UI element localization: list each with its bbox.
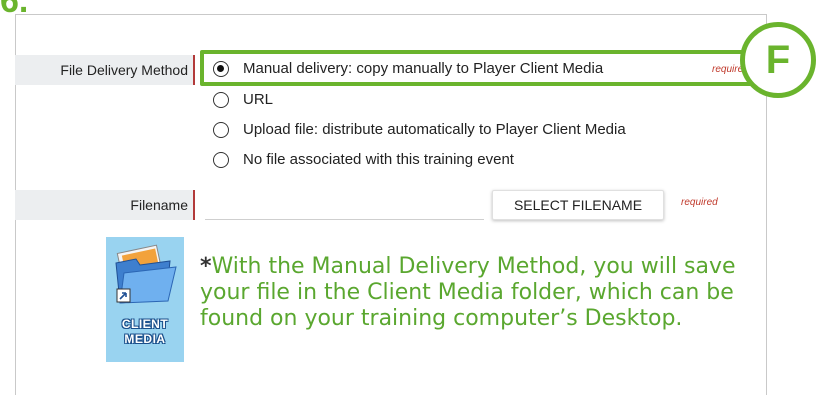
- radio-button[interactable]: [213, 121, 229, 138]
- manual-delivery-note: *With the Manual Delivery Method, you wi…: [200, 254, 760, 332]
- highlight-box: [200, 50, 760, 86]
- note-text: With the Manual Delivery Method, you wil…: [200, 254, 736, 331]
- radio-option-no-file[interactable]: No file associated with this training ev…: [213, 151, 514, 168]
- required-indicator-filename: required: [681, 197, 718, 208]
- folder-icon: [115, 244, 177, 304]
- radio-option-label: No file associated with this training ev…: [243, 151, 514, 168]
- file-delivery-method-label: File Delivery Method: [15, 55, 195, 85]
- client-media-label: CLIENT MEDIA: [121, 317, 169, 346]
- radio-option-upload-file[interactable]: Upload file: distribute automatically to…: [213, 121, 626, 138]
- radio-button[interactable]: [213, 91, 229, 108]
- filename-label: Filename: [15, 190, 195, 220]
- radio-option-label: Upload file: distribute automatically to…: [243, 121, 626, 138]
- client-media-shortcut[interactable]: CLIENT MEDIA: [106, 237, 184, 362]
- callout-badge: F: [740, 22, 816, 98]
- radio-option-url[interactable]: URL: [213, 91, 273, 108]
- filename-input[interactable]: [205, 190, 484, 220]
- radio-button[interactable]: [213, 151, 229, 168]
- note-asterisk: *: [200, 254, 212, 279]
- radio-option-label: URL: [243, 91, 274, 108]
- select-filename-button[interactable]: SELECT FILENAME: [492, 190, 664, 220]
